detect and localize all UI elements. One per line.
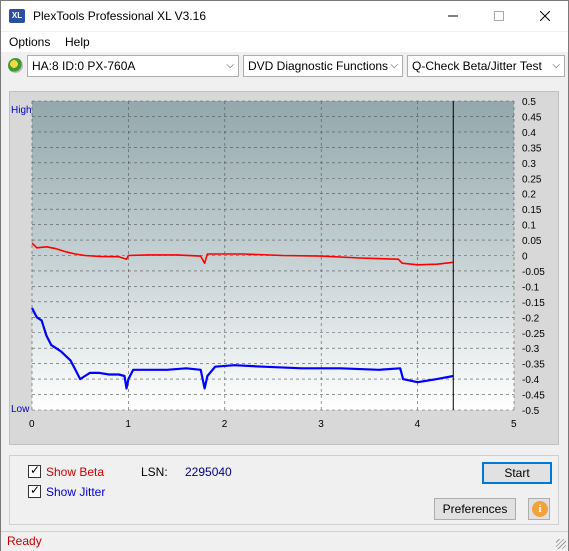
beta-jitter-chart: 0.5 0.45 0.4 0.35 0.3 0.25 0.2 0.15 0.1 0.05 0 -0.0… xyxy=(11,97,545,430)
x-tick-label: 3 xyxy=(318,419,324,430)
y-tick-label: 0.05 xyxy=(522,236,542,247)
y-tick-label: -0.25 xyxy=(522,329,545,340)
y-tick-label: -0.1 xyxy=(522,282,540,293)
y-tick-label: 0.1 xyxy=(522,221,536,232)
test-select-value: Q-Check Beta/Jitter Test xyxy=(412,59,542,73)
close-button[interactable] xyxy=(522,1,568,31)
x-tick-label: 5 xyxy=(511,419,517,430)
close-icon xyxy=(539,10,551,22)
x-tick-label: 4 xyxy=(415,419,421,430)
y-tick-label: -0.2 xyxy=(522,313,540,324)
lsn-value: 2295040 xyxy=(185,465,232,479)
y-tick-label: 0.2 xyxy=(522,190,536,201)
x-tick-label: 1 xyxy=(125,419,131,430)
x-tick-label: 0 xyxy=(29,419,35,430)
y-tick-labels: 0.5 0.45 0.4 0.35 0.3 0.25 0.2 0.15 0.1 0.05 0 -0.0… xyxy=(522,97,545,417)
y-tick-label: 0.35 xyxy=(522,143,542,154)
function-select-value: DVD Diagnostic Functions xyxy=(248,59,389,73)
minimize-button[interactable] xyxy=(430,1,476,31)
window-title: PlexTools Professional XL V3.16 xyxy=(33,9,206,23)
y-tick-label: 0.5 xyxy=(522,97,536,108)
disc-icon xyxy=(8,58,23,73)
menu-help[interactable]: Help xyxy=(65,35,90,49)
show-beta-label: Show Beta xyxy=(46,465,105,479)
maximize-icon xyxy=(494,11,504,21)
y-tick-label: -0.35 xyxy=(522,360,545,371)
function-select[interactable]: DVD Diagnostic Functions ⌵ xyxy=(243,55,403,77)
y-tick-label: 0.25 xyxy=(522,174,542,185)
maximize-button[interactable] xyxy=(476,1,522,31)
minimize-icon xyxy=(448,15,458,17)
high-label: High xyxy=(11,105,32,116)
y-tick-label: -0.45 xyxy=(522,391,545,402)
test-select[interactable]: Q-Check Beta/Jitter Test ⌵ xyxy=(407,55,565,77)
menu-options[interactable]: Options xyxy=(9,35,50,49)
toolbar: HA:8 ID:0 PX-760A ⌵ DVD Diagnostic Funct… xyxy=(1,52,568,80)
title-bar: XL PlexTools Professional XL V3.16 xyxy=(1,1,568,31)
preferences-button[interactable]: Preferences xyxy=(434,498,516,520)
y-tick-label: -0.3 xyxy=(522,344,540,355)
app-icon: XL xyxy=(9,9,25,23)
x-tick-label: 2 xyxy=(222,419,228,430)
resize-grip-icon[interactable] xyxy=(556,539,566,549)
menu-bar: Options Help xyxy=(1,32,568,52)
y-tick-label: -0.4 xyxy=(522,375,540,386)
app-window: XL PlexTools Professional XL V3.16 Optio… xyxy=(0,0,569,551)
start-button[interactable]: Start xyxy=(482,462,552,484)
show-beta-checkbox[interactable] xyxy=(28,463,41,478)
show-jitter-checkbox[interactable] xyxy=(28,483,41,498)
y-tick-label: 0 xyxy=(522,252,528,263)
status-text: Ready xyxy=(7,534,42,548)
chevron-down-icon: ⌵ xyxy=(390,60,398,71)
drive-select-value: HA:8 ID:0 PX-760A xyxy=(32,59,136,73)
y-tick-label: -0.5 xyxy=(522,406,540,417)
drive-select[interactable]: HA:8 ID:0 PX-760A ⌵ xyxy=(27,55,239,77)
y-tick-label: 0.15 xyxy=(522,205,542,216)
status-bar: Ready xyxy=(1,531,568,551)
show-jitter-label: Show Jitter xyxy=(46,485,106,499)
chevron-down-icon: ⌵ xyxy=(226,60,234,71)
info-icon: i xyxy=(532,501,548,517)
controls-panel: Show Beta Show Jitter LSN: 2295040 Start… xyxy=(9,455,559,525)
y-tick-label: -0.05 xyxy=(522,267,545,278)
chevron-down-icon: ⌵ xyxy=(552,60,560,71)
low-label: Low xyxy=(11,404,30,415)
y-tick-label: 0.3 xyxy=(522,159,536,170)
lsn-label: LSN: xyxy=(141,465,168,479)
x-tick-labels: 0 1 2 3 4 5 xyxy=(29,419,517,430)
y-tick-label: -0.15 xyxy=(522,298,545,309)
y-tick-label: 0.45 xyxy=(522,112,542,123)
info-button[interactable]: i xyxy=(528,498,550,520)
y-tick-label: 0.4 xyxy=(522,128,536,139)
chart-panel: 0.5 0.45 0.4 0.35 0.3 0.25 0.2 0.15 0.1 0.05 0 -0.0… xyxy=(9,91,559,445)
